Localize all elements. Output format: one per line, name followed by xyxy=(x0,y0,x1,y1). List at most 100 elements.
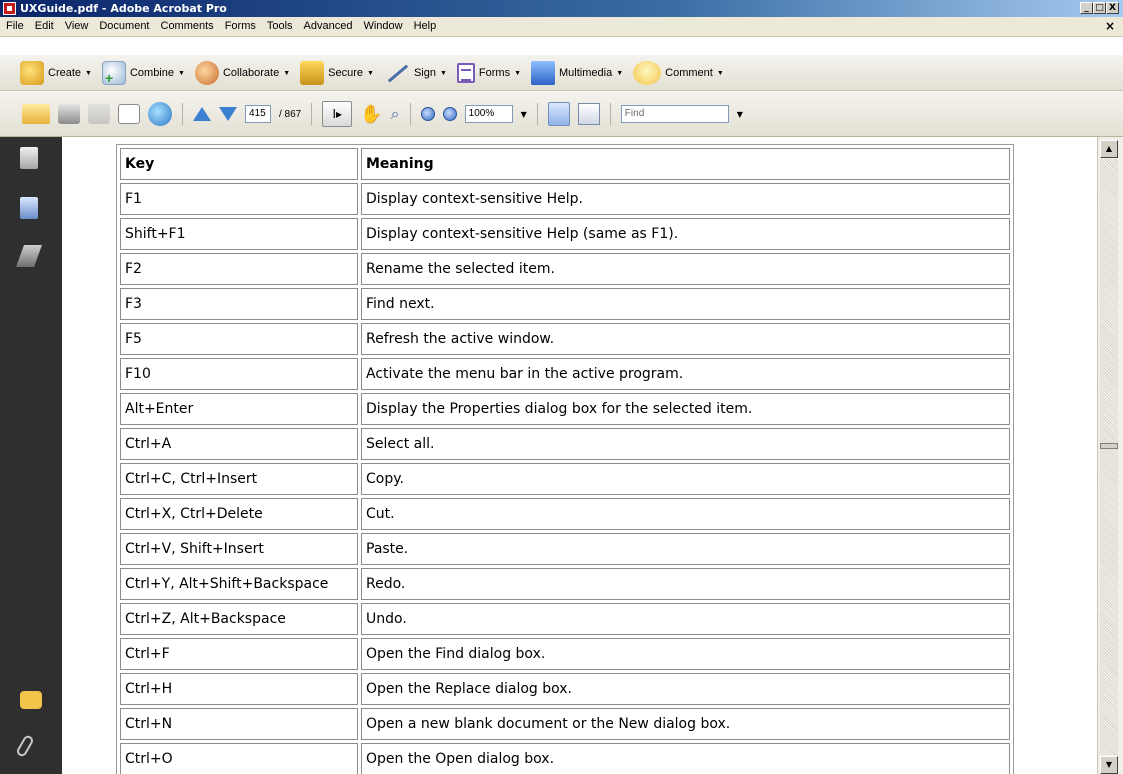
signatures-icon[interactable] xyxy=(15,245,43,267)
select-tool-icon[interactable]: I▸ xyxy=(322,101,353,127)
table-row: Ctrl+X, Ctrl+Delete Cut. xyxy=(120,498,1010,530)
chevron-down-icon: ▼ xyxy=(178,69,185,77)
menu-advanced[interactable]: Advanced xyxy=(304,20,353,32)
vertical-scrollbar[interactable]: ▲ ▼ xyxy=(1097,137,1123,774)
combine-icon xyxy=(101,61,126,86)
chevron-down-icon: ▼ xyxy=(367,69,374,77)
zoom-dropdown-icon[interactable]: ▼ xyxy=(521,110,527,119)
meaning-cell: Refresh the active window. xyxy=(361,323,1010,355)
navigation-panel xyxy=(0,137,62,774)
scroll-down-icon[interactable]: ▼ xyxy=(1100,756,1118,774)
key-cell: Ctrl+N xyxy=(120,708,358,740)
create-icon xyxy=(20,61,44,85)
open-folder-icon[interactable] xyxy=(22,104,50,124)
menu-file[interactable]: File xyxy=(6,20,24,32)
next-page-icon[interactable] xyxy=(219,107,237,121)
menu-window[interactable]: Window xyxy=(363,20,402,32)
create-button[interactable]: Create ▼ xyxy=(20,61,92,85)
meaning-cell: Paste. xyxy=(361,533,1010,565)
find-input[interactable]: Find xyxy=(620,105,729,123)
scroll-thumb[interactable] xyxy=(1100,443,1118,449)
window-controls: _ □ X xyxy=(1080,2,1119,14)
email-icon[interactable] xyxy=(118,104,140,124)
comment-label: Comment xyxy=(665,67,713,79)
fit-page-icon[interactable] xyxy=(577,103,600,125)
combine-label: Combine xyxy=(129,67,174,79)
key-cell: F5 xyxy=(120,323,358,355)
secure-button[interactable]: Secure ▼ xyxy=(300,61,374,85)
toolbar-separator xyxy=(409,103,411,125)
close-button[interactable]: X xyxy=(1106,2,1119,14)
meaning-cell: Find next. xyxy=(361,288,1010,320)
menu-document[interactable]: Document xyxy=(99,20,149,32)
comment-icon xyxy=(633,61,662,85)
meaning-cell: Select all. xyxy=(361,428,1010,460)
save-icon[interactable] xyxy=(88,104,110,124)
marquee-zoom-icon[interactable]: ⌕ xyxy=(391,104,400,124)
forms-button[interactable]: Forms ▼ xyxy=(456,63,522,83)
chevron-down-icon: ▼ xyxy=(439,69,447,77)
scroll-track[interactable] xyxy=(1100,159,1118,755)
pages-icon[interactable] xyxy=(20,147,38,169)
key-cell: Shift+F1 xyxy=(120,218,358,250)
menu-help[interactable]: Help xyxy=(414,20,437,32)
menu-bar: File Edit View Document Comments Forms T… xyxy=(0,17,1123,37)
hand-tool-icon[interactable]: ✋ xyxy=(360,104,382,125)
meaning-cell: Open the Find dialog box. xyxy=(361,638,1010,670)
document-view[interactable]: Key Meaning F1 Display context-sensitive … xyxy=(62,137,1097,774)
chevron-down-icon: ▼ xyxy=(283,69,291,77)
comments-icon[interactable] xyxy=(20,691,42,709)
fit-width-icon[interactable] xyxy=(547,102,570,126)
bookmarks-icon[interactable] xyxy=(20,197,38,219)
multimedia-button[interactable]: Multimedia ▼ xyxy=(531,61,623,85)
minimize-button[interactable]: _ xyxy=(1080,2,1093,14)
zoom-level-input[interactable]: 100% xyxy=(464,105,513,123)
menu-view[interactable]: View xyxy=(65,20,89,32)
menu-edit[interactable]: Edit xyxy=(35,20,54,32)
table-row: F10 Activate the menu bar in the active p… xyxy=(120,358,1010,390)
table-row: Ctrl+H Open the Replace dialog box. xyxy=(120,673,1010,705)
toolbar-separator xyxy=(609,103,611,125)
multimedia-icon xyxy=(531,61,556,85)
create-label: Create xyxy=(48,67,82,79)
zoom-out-icon[interactable] xyxy=(420,107,435,121)
attachments-icon[interactable] xyxy=(15,733,35,759)
scroll-up-icon[interactable]: ▲ xyxy=(1100,140,1118,158)
find-dropdown-icon[interactable]: ▼ xyxy=(737,110,743,119)
page-number-input[interactable]: 415 xyxy=(245,105,271,123)
table-row: Ctrl+V, Shift+Insert Paste. xyxy=(120,533,1010,565)
collaborate-button[interactable]: Collaborate ▼ xyxy=(194,61,291,85)
meaning-cell: Copy. xyxy=(361,463,1010,495)
meaning-cell: Open a new blank document or the New dia… xyxy=(361,708,1010,740)
lock-icon xyxy=(300,61,325,85)
sign-button[interactable]: Sign ▼ xyxy=(384,61,447,85)
close-document-icon[interactable]: × xyxy=(1105,19,1115,33)
print-icon[interactable] xyxy=(58,104,80,124)
previous-page-icon[interactable] xyxy=(193,107,211,121)
combine-button[interactable]: Combine ▼ xyxy=(101,61,185,86)
toolbar-separator xyxy=(182,103,183,125)
table-row: Ctrl+Y, Alt+Shift+Backspace Redo. xyxy=(120,568,1010,600)
chevron-down-icon: ▼ xyxy=(514,69,522,77)
key-cell: Ctrl+O xyxy=(120,743,358,774)
table-header-row: Key Meaning xyxy=(120,148,1010,180)
meaning-cell: Open the Open dialog box. xyxy=(361,743,1010,774)
key-cell: F2 xyxy=(120,253,358,285)
window-title: UXGuide.pdf - Adobe Acrobat Pro xyxy=(20,2,227,15)
web-icon[interactable] xyxy=(148,102,172,126)
maximize-button[interactable]: □ xyxy=(1093,2,1106,14)
navigation-toolbar: 415 / 867 I▸ ✋ ⌕ 100% ▼ Find ▼ xyxy=(0,91,1123,137)
header-meaning: Meaning xyxy=(361,148,1010,180)
zoom-in-icon[interactable] xyxy=(442,107,457,121)
menu-forms[interactable]: Forms xyxy=(225,20,256,32)
page-total: / 867 xyxy=(279,108,302,120)
comment-button[interactable]: Comment ▼ xyxy=(633,61,724,85)
table-row: F5 Refresh the active window. xyxy=(120,323,1010,355)
toolbar-separator xyxy=(536,103,538,125)
menu-tools[interactable]: Tools xyxy=(267,20,293,32)
table-row: F2 Rename the selected item. xyxy=(120,253,1010,285)
menu-comments[interactable]: Comments xyxy=(161,20,214,32)
key-cell: Ctrl+A xyxy=(120,428,358,460)
meaning-cell: Redo. xyxy=(361,568,1010,600)
table-row: Ctrl+N Open a new blank document or the N… xyxy=(120,708,1010,740)
